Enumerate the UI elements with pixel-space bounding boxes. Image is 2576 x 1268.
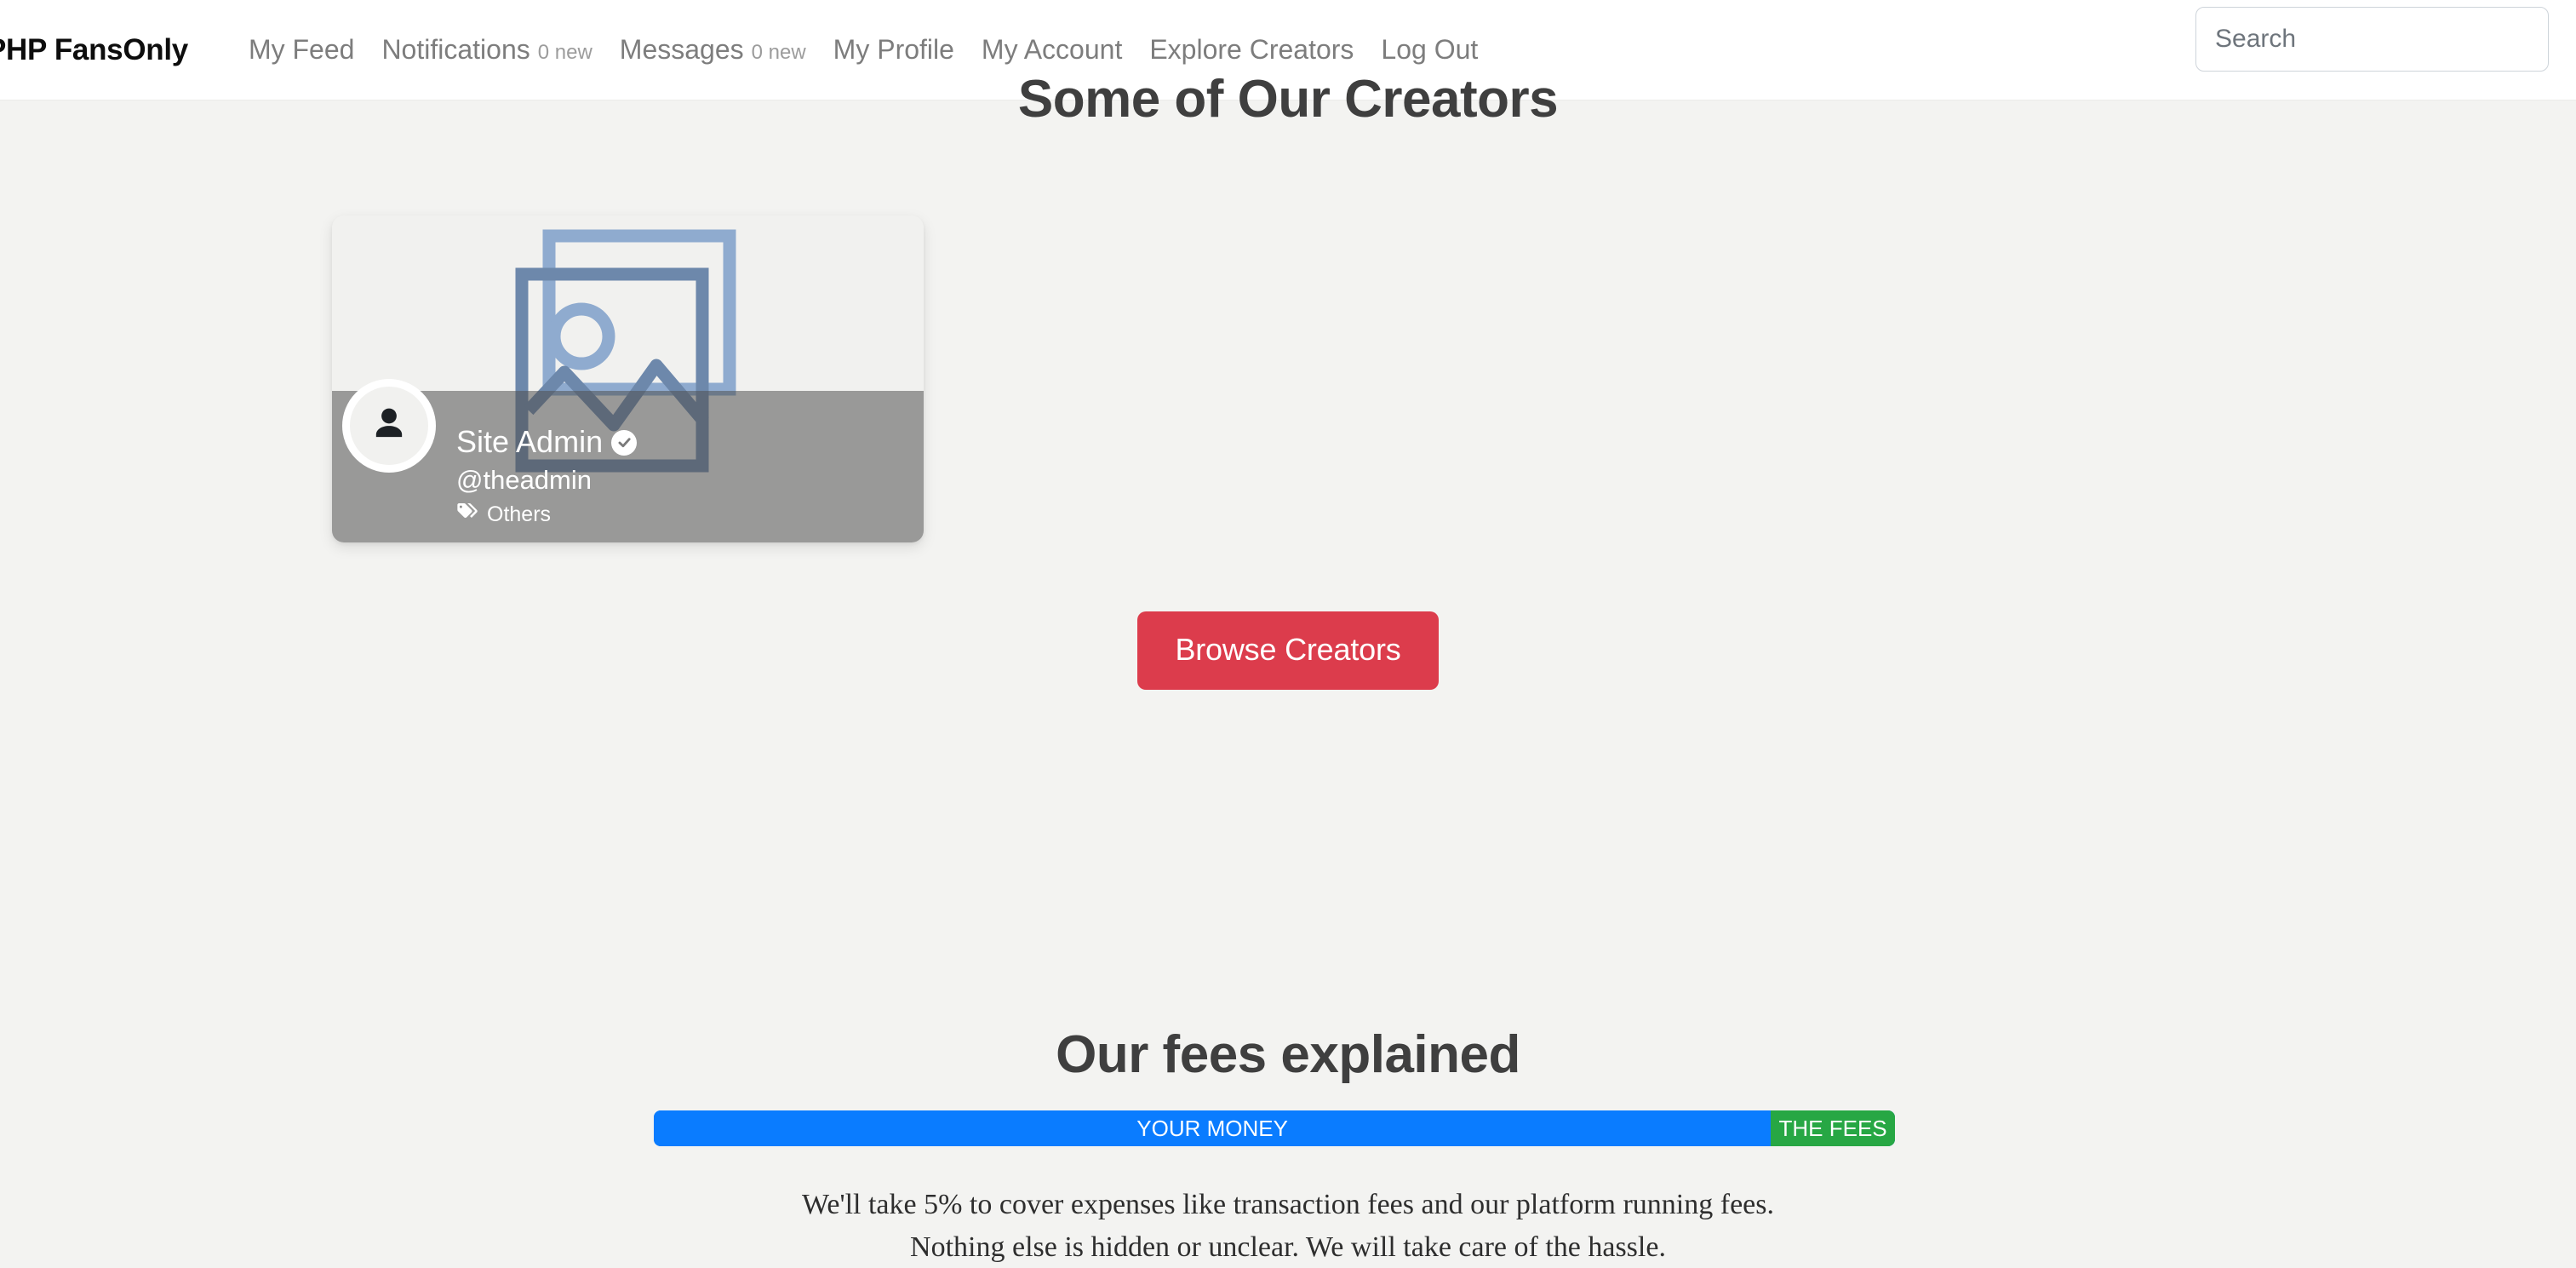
avatar[interactable]: [342, 379, 436, 473]
nav-links: My Feed Notifications 0 new Messages 0 n…: [235, 34, 1491, 66]
nav-item-label: Messages: [619, 34, 744, 65]
search-input[interactable]: [2195, 7, 2549, 72]
card-text-block: Site Admin @theadmin Others: [456, 424, 638, 528]
creator-handle: @theadmin: [456, 464, 592, 495]
creator-name: Site Admin: [456, 424, 604, 460]
tags-icon: [456, 502, 479, 528]
person-icon: [367, 402, 411, 450]
fees-bar-your-money-segment: YOUR MONEY: [654, 1110, 1772, 1146]
nav-item-log-out[interactable]: Log Out: [1367, 34, 1491, 66]
notifications-count-badge: 0 new: [537, 41, 592, 64]
creator-category: Others: [487, 502, 552, 526]
verified-badge-icon: [611, 429, 638, 456]
nav-item-my-feed[interactable]: My Feed: [235, 34, 368, 66]
nav-item-label: My Feed: [248, 34, 355, 65]
nav-item-explore-creators[interactable]: Explore Creators: [1136, 34, 1367, 66]
creator-category-row: Others: [456, 502, 637, 528]
fees-bar-the-fees-segment: THE FEES: [1771, 1110, 1895, 1146]
nav-item-label: Log Out: [1381, 34, 1479, 65]
creators-section-title: Some of Our Creators: [1017, 70, 1559, 129]
nav-item-messages[interactable]: Messages 0 new: [606, 34, 820, 66]
nav-item-label: My Profile: [833, 34, 954, 65]
brand-logo[interactable]: PHP FansOnly: [0, 33, 188, 67]
browse-creators-button[interactable]: Browse Creators: [1137, 611, 1439, 690]
creator-name-row: Site Admin: [456, 424, 638, 460]
fees-section-title: Our fees explained: [1056, 1025, 1520, 1084]
nav-item-label: My Account: [981, 34, 1123, 65]
nav-item-notifications[interactable]: Notifications 0 new: [368, 34, 605, 66]
fees-description: We'll take 5% to cover expenses like tra…: [0, 1184, 2576, 1268]
creator-card[interactable]: Site Admin @theadmin Others: [332, 215, 924, 542]
search-container: [2195, 7, 2549, 72]
nav-item-my-account[interactable]: My Account: [968, 34, 1136, 66]
nav-item-my-profile[interactable]: My Profile: [820, 34, 968, 66]
nav-item-label: Notifications: [381, 34, 530, 65]
messages-count-badge: 0 new: [751, 41, 806, 64]
fees-description-line-2: Nothing else is hidden or unclear. We wi…: [910, 1231, 1666, 1263]
browse-creators-container: Browse Creators: [0, 611, 2576, 690]
nav-item-label: Explore Creators: [1149, 34, 1354, 65]
fees-description-line-1: We'll take 5% to cover expenses like tra…: [802, 1189, 1774, 1220]
creators-grid: Site Admin @theadmin Others: [332, 215, 924, 542]
fees-progress-bar: YOUR MONEY THE FEES: [654, 1110, 1895, 1146]
